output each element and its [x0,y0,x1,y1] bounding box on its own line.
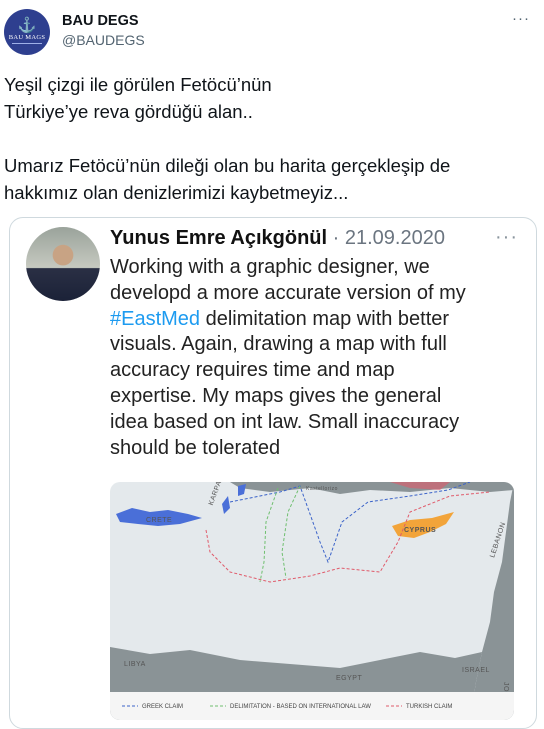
avatar-logo-text: BAU MAGS [8,34,46,41]
quoted-author-avatar[interactable] [26,227,100,301]
label-libya: LIBYA [124,661,146,668]
quoted-tweet[interactable]: Yunus Emre Açıkgönül · 21.09.2020 ··· Wo… [9,217,537,729]
author-handle[interactable]: @BAUDEGS [62,32,145,48]
tweet-line-2: Türkiye’ye reva gördüğü alan.. [4,101,253,122]
quoted-text: Working with a graphic designer, we deve… [110,255,525,461]
map-svg: CRETE KARPATHOS Kastellorizo CYPRUS LEBA… [110,482,514,720]
quoted-line-3: #EastMed delimitation map with better [110,307,525,333]
label-cyprus: CYPRUS [404,527,436,534]
tweet-line-5: hakkımız olan denizlerimizi kaybetmeyiz.… [4,182,349,203]
legend-delimitation: DELIMITATION - BASED ON INTERNATIONAL LA… [230,704,371,710]
author-name[interactable]: BAU DEGS [62,13,139,29]
label-egypt: EGYPT [336,675,362,682]
quoted-line-1: Working with a graphic designer, we [110,256,430,278]
anchor-icon: ⚓ [17,17,37,34]
avatar-logo-line [12,43,42,44]
label-crete: CRETE [146,517,172,524]
label-israel: ISRAEL [462,667,490,674]
tweet-line-4: Umarız Fetöcü’nün dileği olan bu harita … [4,155,451,176]
quoted-more-icon[interactable]: ··· [495,226,518,249]
quoted-date[interactable]: · 21.09.2020 [333,227,445,249]
tweet-line-1: Yeşil çizgi ile görülen Fetöcü’nün [4,74,272,95]
quoted-line-6: expertise. My maps gives the general [110,384,442,407]
quoted-line-8: should be tolerated [110,436,281,459]
quoted-line-7: idea based on int law. Small inaccuracy [110,410,460,433]
legend-greek: GREEK CLAIM [142,704,183,710]
quoted-line-5: accuracy requires time and map [110,359,395,382]
quoted-author-line: Yunus Emre Açıkgönül · 21.09.2020 [110,227,445,250]
tweet-line-3 [4,125,534,152]
more-options-icon[interactable]: ··· [512,10,530,27]
quoted-author-name[interactable]: Yunus Emre Açıkgönül [110,227,327,249]
quoted-line-4: visuals. Again, drawing a map with full [110,333,447,356]
tweet-text: Yeşil çizgi ile görülen Fetöcü’nün Türki… [4,71,534,206]
legend-turkish: TURKISH CLAIM [406,704,452,710]
delimitation-map[interactable]: CRETE KARPATHOS Kastellorizo CYPRUS LEBA… [110,482,514,720]
label-kastellorizo: Kastellorizo [306,486,338,492]
quoted-line-3-rest: delimitation map with better [200,307,450,330]
quoted-line-2: developd a more accurate version of my [110,281,466,304]
author-avatar[interactable]: ⚓ BAU MAGS [4,9,50,55]
eastmed-hashtag[interactable]: #EastMed [110,308,200,330]
